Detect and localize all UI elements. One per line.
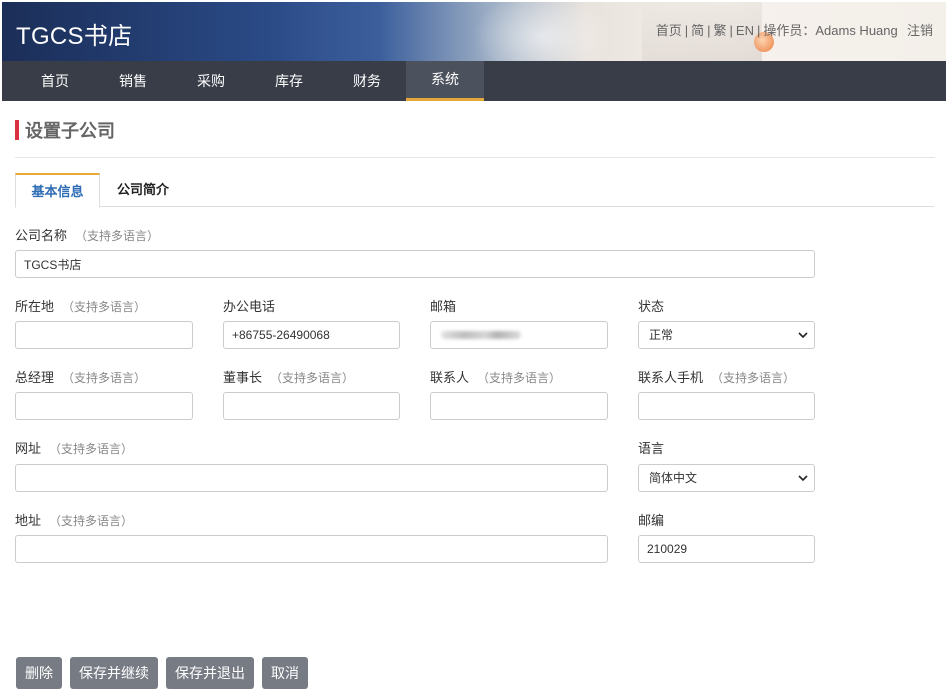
field-label: 语言	[638, 441, 665, 456]
field-label: 公司名称	[15, 228, 68, 243]
multilang-hint: （支持多语言）	[75, 229, 160, 243]
contact-input[interactable]	[430, 392, 608, 420]
multilang-hint: （支持多语言）	[49, 442, 134, 456]
general-manager-input[interactable]	[15, 392, 193, 420]
save-continue-button[interactable]: 保存并继续	[70, 657, 158, 689]
operator-label: 操作员：Adams Huang	[763, 23, 898, 38]
postcode-label: 邮编	[638, 510, 664, 529]
tab-company-profile[interactable]: 公司简介	[117, 173, 169, 207]
location-label: 所在地 （支持多语言）	[15, 296, 146, 315]
multilang-hint: （支持多语言）	[270, 371, 355, 385]
multilang-hint: （支持多语言）	[62, 300, 147, 314]
field-label: 邮箱	[430, 299, 457, 314]
field-label: 所在地	[15, 299, 55, 314]
company-name-label: 公司名称 （支持多语言）	[15, 225, 159, 244]
chairman-label: 董事长 （支持多语言）	[223, 367, 354, 386]
status-selected-value: 正常	[649, 328, 674, 342]
field-label: 邮编	[638, 513, 665, 528]
address-input[interactable]	[15, 535, 608, 563]
company-name-input[interactable]	[15, 250, 815, 278]
office-phone-input[interactable]	[223, 321, 400, 349]
save-exit-button[interactable]: 保存并退出	[166, 657, 254, 689]
field-label: 地址	[15, 513, 42, 528]
nav-item-system[interactable]: 系统	[406, 61, 484, 101]
divider	[15, 157, 935, 158]
tab-bar: 基本信息 公司简介	[15, 173, 934, 208]
page-title-text: 设置子公司	[25, 121, 115, 141]
multilang-hint: （支持多语言）	[711, 371, 796, 385]
chevron-down-icon	[798, 332, 808, 339]
email-label: 邮箱	[430, 296, 456, 315]
app-header: TGCS书店 首页 | 简 | 繁 | EN | 操作员：Adams Huang 注销	[2, 2, 946, 61]
header-decoration	[472, 2, 612, 61]
brand-title: TGCS书店	[16, 23, 133, 50]
simplified-chinese-link[interactable]: 简	[691, 23, 704, 38]
redacted-email	[441, 331, 521, 339]
separator: |	[684, 23, 689, 38]
home-link[interactable]: 首页	[656, 23, 682, 38]
language-label: 语言	[638, 438, 664, 457]
cancel-button[interactable]: 取消	[262, 657, 308, 689]
contact-label: 联系人 （支持多语言）	[430, 367, 561, 386]
nav-item-home[interactable]: 首页	[16, 61, 94, 101]
chairman-input[interactable]	[223, 392, 400, 420]
separator: |	[756, 23, 761, 38]
delete-button[interactable]: 删除	[16, 657, 62, 689]
tab-basic-info[interactable]: 基本信息	[15, 173, 100, 208]
main-nav: 首页 销售 采购 库存 财务 系统	[2, 61, 946, 101]
location-input[interactable]	[15, 321, 193, 349]
chevron-down-icon	[798, 475, 808, 482]
website-label: 网址 （支持多语言）	[15, 438, 133, 457]
language-select[interactable]: 简体中文	[638, 464, 815, 492]
nav-item-finance[interactable]: 财务	[328, 61, 406, 101]
nav-item-inventory[interactable]: 库存	[250, 61, 328, 101]
contact-mobile-label: 联系人手机 （支持多语言）	[638, 367, 795, 386]
contact-mobile-input[interactable]	[638, 392, 815, 420]
traditional-chinese-link[interactable]: 繁	[714, 23, 727, 38]
field-label: 状态	[638, 299, 665, 314]
field-label: 办公电话	[223, 299, 276, 314]
english-link[interactable]: EN	[736, 23, 754, 38]
multilang-hint: （支持多语言）	[49, 514, 134, 528]
separator: |	[707, 23, 711, 38]
title-accent-bar	[15, 120, 19, 140]
field-label: 联系人	[430, 370, 470, 385]
field-label: 总经理	[15, 370, 55, 385]
field-label: 董事长	[223, 370, 263, 385]
top-links: 首页 | 简 | 繁 | EN | 操作员：Adams Huang 注销	[655, 20, 934, 39]
separator: |	[729, 23, 733, 38]
logout-link[interactable]: 注销	[907, 23, 933, 38]
status-select[interactable]: 正常	[638, 321, 815, 349]
multilang-hint: （支持多语言）	[477, 371, 562, 385]
postcode-input[interactable]	[638, 535, 815, 563]
multilang-hint: （支持多语言）	[62, 371, 147, 385]
website-input[interactable]	[15, 464, 608, 492]
address-label: 地址 （支持多语言）	[15, 510, 133, 529]
general-manager-label: 总经理 （支持多语言）	[15, 367, 146, 386]
page-title: 设置子公司	[15, 118, 115, 142]
field-label: 联系人手机	[638, 370, 704, 385]
office-phone-label: 办公电话	[223, 296, 275, 315]
nav-item-purchase[interactable]: 采购	[172, 61, 250, 101]
nav-item-sales[interactable]: 销售	[94, 61, 172, 101]
status-label: 状态	[638, 296, 664, 315]
language-selected-value: 简体中文	[649, 471, 698, 485]
field-label: 网址	[15, 441, 42, 456]
